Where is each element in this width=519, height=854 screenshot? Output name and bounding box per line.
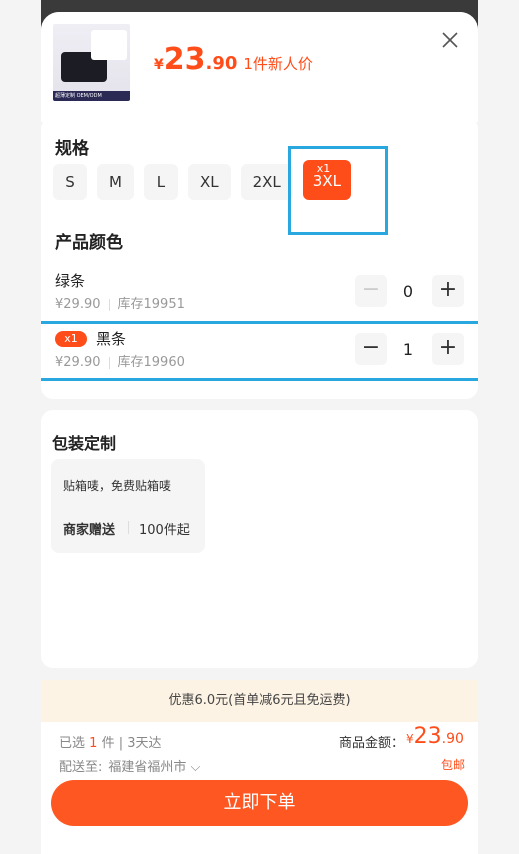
price-integer: 23 — [163, 42, 206, 77]
size-option-m[interactable]: M — [97, 164, 134, 200]
spec-title: 规格 — [55, 139, 89, 159]
total-decimal: .90 — [441, 731, 464, 747]
increase-button-green[interactable]: + — [432, 275, 464, 307]
packaging-desc: 贴箱唛，免费贴箱唛 — [63, 479, 172, 493]
packaging-divider — [128, 521, 129, 534]
color-price-green: ¥29.90 — [55, 297, 101, 312]
color-title: 产品颜色 — [55, 233, 123, 253]
color-meta-green: ¥29.90 库存19951 — [55, 293, 185, 312]
total-amount: ¥23.90 — [406, 724, 464, 749]
ship-address: 福建省福州市 — [108, 760, 187, 775]
thumb-badge — [91, 30, 127, 60]
order-footer: 已选 1 件 | 3天达 商品金额： ¥23.90 配送至: 福建省福州市 ⌵ 包… — [41, 722, 478, 854]
price-currency: ¥ — [154, 57, 164, 73]
product-thumbnail: 超薄定制 OEM/ODM — [53, 24, 130, 101]
thumb-strip: 超薄定制 OEM/ODM — [53, 91, 130, 101]
shipping-row[interactable]: 配送至: 福建省福州市 ⌵ — [59, 756, 200, 775]
total-currency: ¥ — [406, 732, 414, 746]
price-decimal: .90 — [205, 53, 238, 74]
decrease-button-green[interactable]: − — [355, 275, 387, 307]
qty-value-green[interactable]: 0 — [393, 282, 423, 301]
selected-suffix: 件 | 3天达 — [101, 736, 162, 751]
packaging-gift: 商家赠送 — [63, 523, 116, 538]
color-stock-green: 库存19951 — [117, 297, 185, 312]
order-now-button[interactable]: 立即下单 — [51, 780, 468, 826]
size-option-s[interactable]: S — [53, 164, 87, 200]
promo-banner: 优惠6.0元(首单减6元且免运费) — [41, 680, 478, 722]
chevron-down-icon: ⌵ — [190, 760, 201, 775]
packaging-min: 100件起 — [139, 523, 190, 538]
size-option-xl[interactable]: XL — [187, 164, 231, 200]
ship-label: 配送至: — [59, 760, 103, 775]
close-icon[interactable] — [440, 30, 460, 50]
selection-highlight-frame — [288, 146, 388, 235]
color-name-green: 绿条 — [55, 272, 86, 290]
free-shipping-label: 包邮 — [441, 758, 466, 772]
sku-sheet: 超薄定制 OEM/ODM ¥23.90 1件新人价 规格 S M L XL 2XL… — [41, 12, 478, 854]
selected-prefix: 已选 — [59, 736, 86, 751]
size-option-2xl[interactable]: 2XL — [240, 164, 293, 200]
selected-info: 已选 1 件 | 3天达 — [59, 732, 162, 751]
price-display: ¥23.90 1件新人价 — [154, 42, 313, 77]
packaging-title: 包装定制 — [52, 434, 117, 453]
total-label: 商品金额： — [339, 736, 405, 751]
price-tag: 1件新人价 — [243, 55, 313, 73]
packaging-option[interactable]: 贴箱唛，免费贴箱唛 商家赠送 100件起 — [51, 459, 205, 553]
size-option-l[interactable]: L — [143, 164, 178, 200]
total-integer: 23 — [413, 724, 442, 749]
sheet-header: 超薄定制 OEM/ODM ¥23.90 1件新人价 — [41, 12, 478, 122]
selected-count: 1 — [89, 736, 98, 751]
row-highlight-frame — [41, 321, 478, 381]
